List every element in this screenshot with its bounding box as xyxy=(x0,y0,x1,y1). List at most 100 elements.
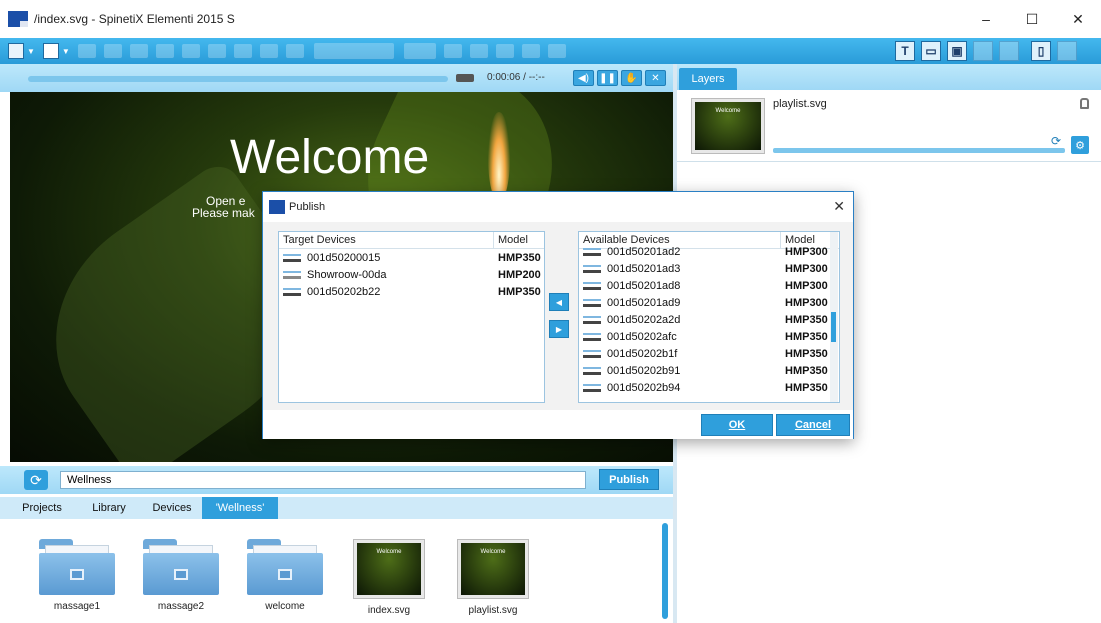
record-icon[interactable] xyxy=(456,74,474,82)
move-left-button[interactable]: ◀ xyxy=(549,293,569,311)
seek-bar[interactable] xyxy=(28,76,448,82)
font-family-select[interactable] xyxy=(313,43,394,59)
redo-icon[interactable] xyxy=(181,44,200,58)
sync-icon[interactable]: ⟳ xyxy=(24,470,48,490)
tab-devices[interactable]: Devices xyxy=(146,497,198,519)
scrollbar-thumb[interactable] xyxy=(831,312,836,342)
device-row[interactable]: 001d50201ad8 HMP300 xyxy=(579,277,839,294)
device-row[interactable]: 001d50201ad3 HMP300 xyxy=(579,260,839,277)
layer-options-icon[interactable] xyxy=(999,41,1019,61)
item-label: index.svg xyxy=(367,605,411,616)
move-right-button[interactable]: ▶ xyxy=(549,320,569,338)
pause-icon[interactable]: ❚❚ xyxy=(597,70,618,86)
align-icon[interactable] xyxy=(285,44,304,58)
maximize-button[interactable]: ☐ xyxy=(1009,0,1055,38)
project-path-input[interactable] xyxy=(60,471,586,489)
save-icon[interactable] xyxy=(77,44,96,58)
time-display: 0:00:06 / --:-- xyxy=(487,72,545,83)
font-size-select[interactable] xyxy=(403,43,436,59)
cut-icon[interactable] xyxy=(207,44,226,58)
ok-button[interactable]: OK xyxy=(701,414,773,436)
device-row[interactable]: 001d50200015 HMP350 xyxy=(279,249,544,266)
new-document-button[interactable]: ▼ xyxy=(42,41,70,61)
paste-icon[interactable] xyxy=(233,44,252,58)
volume-icon[interactable]: ◀) xyxy=(573,70,594,86)
list-scrollbar[interactable] xyxy=(830,232,838,402)
refresh-icon[interactable]: ⟳ xyxy=(1051,134,1061,148)
add-text-layer-icon[interactable]: T xyxy=(895,41,915,61)
device-name-cell: 001d50202b22 xyxy=(279,286,494,298)
folder-item[interactable]: massage2 xyxy=(136,535,226,623)
document-properties-icon[interactable]: ▯ xyxy=(1031,41,1051,61)
target-devices-list[interactable]: Target Devices Model 001d50200015 HMP350 S… xyxy=(278,231,545,403)
device-row[interactable]: 001d50202b1f HMP350 xyxy=(579,345,839,362)
window-controls: – ☐ ✕ xyxy=(963,0,1101,38)
toolbar-right-group: T ▭ ▣ ▯ xyxy=(895,41,1077,61)
device-row[interactable]: 001d50202afc HMP350 xyxy=(579,328,839,345)
main-toolbar: ▼ ▼ T ▭ ▣ ▯ xyxy=(0,38,1101,64)
layer-tools-icon[interactable] xyxy=(973,41,993,61)
folder-item[interactable]: massage1 xyxy=(32,535,122,623)
item-label: welcome xyxy=(265,601,305,612)
tab-layers[interactable]: Layers xyxy=(679,68,737,90)
device-row[interactable]: 001d50202a2d HMP350 xyxy=(579,311,839,328)
device-row[interactable]: 001d50202b91 HMP350 xyxy=(579,362,839,379)
device-row[interactable]: 001d50201ad9 HMP300 xyxy=(579,294,839,311)
file-item[interactable]: Welcome playlist.svg xyxy=(448,539,538,623)
window-title: /index.svg - SpinetiX Elementi 2015 S xyxy=(34,12,235,26)
text-color-icon[interactable] xyxy=(495,44,514,58)
tab-projects[interactable]: Projects xyxy=(14,497,70,519)
menu-button[interactable]: ▼ xyxy=(8,41,35,61)
device-name-cell: 001d50202b94 xyxy=(579,382,781,394)
help-icon[interactable] xyxy=(1057,41,1077,61)
device-icon xyxy=(583,315,601,324)
device-row[interactable]: 001d50202b22 HMP350 xyxy=(279,283,544,300)
dialog-body: Target Devices Model 001d50200015 HMP350 S… xyxy=(263,222,853,410)
library-scrollbar[interactable] xyxy=(662,523,668,619)
add-image-layer-icon[interactable]: ▣ xyxy=(947,41,967,61)
device-icon xyxy=(583,332,601,341)
stop-icon[interactable]: ✕ xyxy=(645,70,666,86)
undo-icon[interactable] xyxy=(155,44,174,58)
file-item[interactable]: Welcome index.svg xyxy=(344,539,434,623)
tab-library[interactable]: Library xyxy=(80,497,138,519)
device-row[interactable]: 001d50201ad2 HMP300 xyxy=(579,243,839,260)
device-name-cell: 001d50202a2d xyxy=(579,314,781,326)
minimize-button[interactable]: – xyxy=(963,0,1009,38)
publish-dialog: Publish ✕ Target Devices Model 001d50200… xyxy=(262,191,854,439)
add-media-layer-icon[interactable]: ▭ xyxy=(921,41,941,61)
bold-icon[interactable] xyxy=(443,44,462,58)
device-icon xyxy=(283,270,301,279)
tab-wellness[interactable]: 'Wellness' xyxy=(202,497,278,519)
folder-item[interactable]: welcome xyxy=(240,535,330,623)
copy-icon[interactable] xyxy=(129,44,148,58)
close-button[interactable]: ✕ xyxy=(1055,0,1101,38)
column-header-name[interactable]: Target Devices xyxy=(279,232,494,248)
layer-item[interactable]: Welcome playlist.svg ⟳ ⚙ xyxy=(677,90,1101,162)
dialog-close-button[interactable]: ✕ xyxy=(833,198,845,215)
device-row[interactable]: 001d50202b94 HMP350 xyxy=(579,379,839,396)
column-header-model[interactable]: Model xyxy=(494,232,544,248)
lock-icon[interactable] xyxy=(1080,98,1089,109)
new-document-icon xyxy=(42,43,59,59)
cancel-button[interactable]: Cancel xyxy=(776,414,850,436)
device-name-cell: 001d50202afc xyxy=(579,331,781,343)
app-window: /index.svg - SpinetiX Elementi 2015 S – … xyxy=(0,0,1101,623)
italic-icon[interactable] xyxy=(469,44,488,58)
text-align-icon[interactable] xyxy=(521,44,540,58)
thumbnail-caption: Welcome xyxy=(376,549,402,555)
list-icon[interactable] xyxy=(547,44,566,58)
delete-icon[interactable] xyxy=(259,44,278,58)
device-row[interactable]: Showroow-00da HMP200 xyxy=(279,266,544,283)
device-icon xyxy=(583,264,601,273)
device-name: 001d50201ad3 xyxy=(607,262,681,275)
device-name: 001d50201ad9 xyxy=(607,296,681,309)
gear-icon[interactable]: ⚙ xyxy=(1071,136,1089,154)
device-icon xyxy=(283,287,301,296)
folder-icon xyxy=(143,539,219,595)
hand-icon[interactable]: ✋ xyxy=(621,70,642,86)
available-devices-list[interactable]: Available Devices Model 001d50201ad2 HMP3… xyxy=(578,231,840,403)
publish-button[interactable]: Publish xyxy=(599,469,659,490)
app-logo-icon xyxy=(269,200,285,214)
save-all-icon[interactable] xyxy=(103,44,122,58)
